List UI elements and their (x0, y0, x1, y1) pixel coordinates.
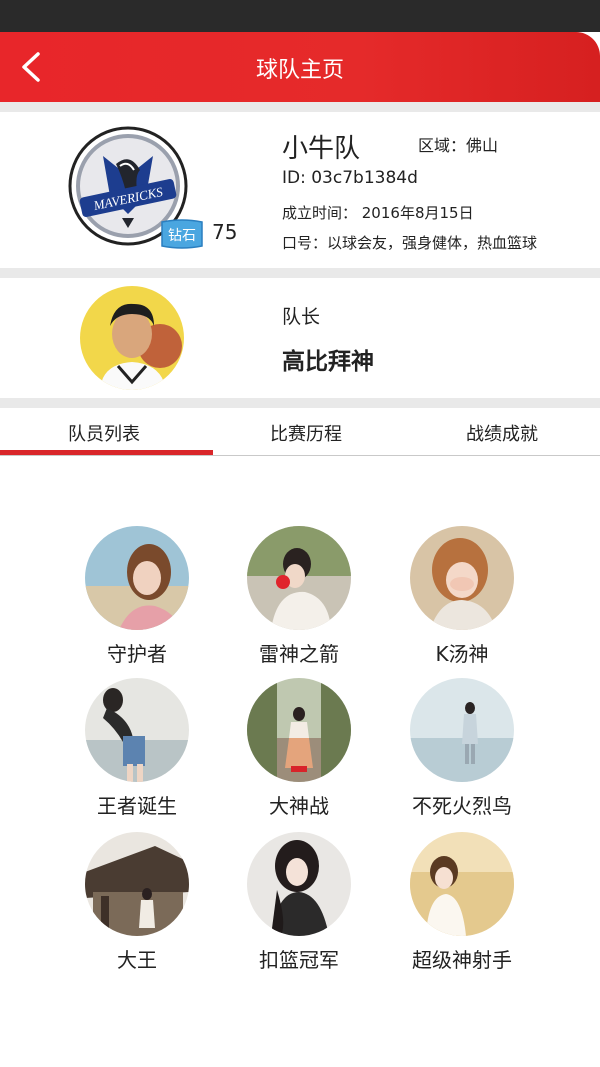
member-name: 大神战 (269, 794, 329, 818)
status-bar (0, 0, 600, 32)
avatar[interactable] (410, 526, 514, 630)
avatar[interactable] (410, 832, 514, 936)
team-slogan: 口号：以球会友，强身健体，热血篮球 (282, 234, 538, 252)
team-tabs: 队员列表 比赛历程 战绩成就 (0, 408, 600, 456)
avatar[interactable] (85, 678, 189, 782)
avatar[interactable] (85, 526, 189, 630)
avatar[interactable] (247, 832, 351, 936)
svg-text:钻石: 钻石 (168, 228, 196, 244)
member-item[interactable]: 雷神之箭 (229, 526, 369, 667)
member-item[interactable]: 不死火烈鸟 (392, 678, 532, 819)
captain-label: 队长 (282, 306, 321, 328)
member-name: 超级神射手 (412, 948, 512, 972)
tab-achievements[interactable]: 战绩成就 (466, 420, 538, 446)
member-item[interactable]: K汤神 (392, 526, 532, 667)
active-tab-indicator (0, 450, 213, 455)
member-name: 雷神之箭 (259, 642, 339, 666)
level-badge: 钻石 (158, 218, 206, 250)
member-item[interactable]: 守护者 (67, 526, 207, 667)
team-id: ID: 03c7b1384d (282, 168, 418, 188)
tab-match-history[interactable]: 比赛历程 (270, 420, 342, 446)
avatar[interactable] (247, 678, 351, 782)
member-name: 不死火烈鸟 (412, 794, 512, 818)
captain-avatar[interactable] (80, 286, 184, 390)
member-name: 守护者 (107, 642, 167, 666)
member-item[interactable]: 大王 (67, 832, 207, 973)
avatar[interactable] (247, 526, 351, 630)
avatar[interactable] (410, 678, 514, 782)
member-item[interactable]: 大神战 (229, 678, 369, 819)
team-founded-date: 成立时间： 2016年8月15日 (282, 204, 474, 222)
member-item[interactable]: 王者诞生 (67, 678, 207, 819)
captain-name: 高比拜神 (282, 349, 374, 375)
member-name: 扣篮冠军 (259, 948, 339, 972)
member-grid: 守护者 雷神之箭 K汤神 王者诞生 大神战 不死火烈鸟 大王 扣篮冠军 超级神射… (0, 456, 600, 1067)
member-name: 大王 (117, 948, 157, 972)
avatar[interactable] (85, 832, 189, 936)
badge-scroll-icon: 钻石 (161, 219, 203, 249)
member-item[interactable]: 扣篮冠军 (229, 832, 369, 973)
section-divider (0, 102, 600, 112)
member-name: 王者诞生 (97, 794, 177, 818)
tab-members[interactable]: 队员列表 (68, 420, 140, 446)
level-value: 75 (212, 220, 238, 244)
member-name: K汤神 (435, 642, 489, 666)
section-divider (0, 268, 600, 278)
section-divider (0, 398, 600, 408)
team-info-card: MAVERICKS 钻石 75 小牛队 区域：佛山 ID: 03c7b1384d… (0, 112, 600, 268)
app-header: 球队主页 (0, 32, 600, 102)
page-title: 球队主页 (255, 58, 344, 83)
member-item[interactable]: 超级神射手 (392, 832, 532, 973)
team-name: 小牛队 (282, 134, 361, 164)
team-region: 区域：佛山 (418, 136, 499, 155)
avatar (80, 286, 184, 390)
captain-card[interactable]: 队长 高比拜神 (0, 278, 600, 398)
